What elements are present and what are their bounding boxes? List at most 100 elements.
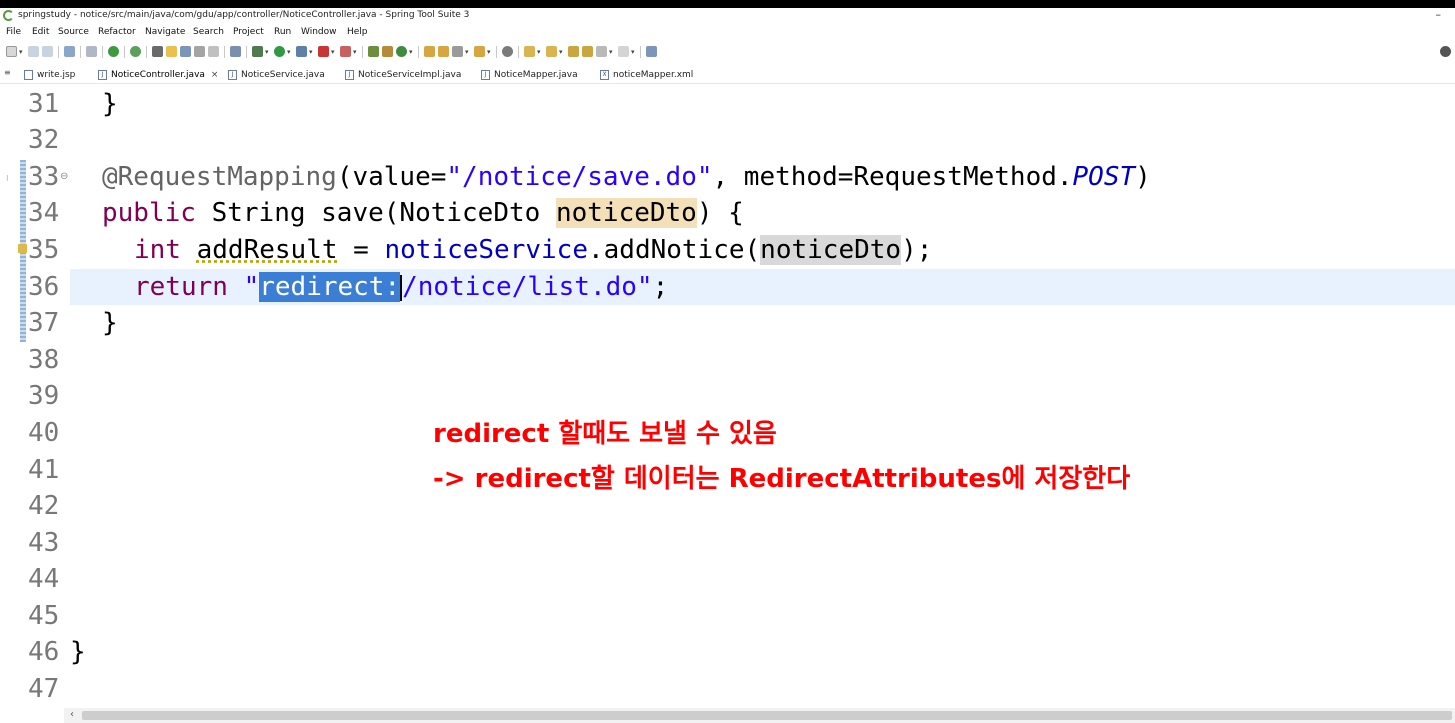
string-token: ": [243, 272, 260, 302]
toolbar-separator: [496, 46, 497, 58]
previous-annotation-icon[interactable]: [546, 46, 557, 57]
line-number: 34: [28, 198, 60, 228]
back-icon[interactable]: [596, 46, 607, 57]
stop-server-icon[interactable]: [318, 46, 329, 57]
tab-notice-mapper-xml[interactable]: X noticeMapper.xml: [600, 67, 693, 82]
stop-dropdown-icon[interactable]: ▾: [331, 48, 335, 56]
toolbar-separator: [418, 46, 419, 58]
menu-file[interactable]: File: [6, 27, 21, 37]
new-class-dropdown-icon[interactable]: ▾: [409, 48, 413, 56]
menu-search[interactable]: Search: [193, 27, 224, 37]
new-dropdown-icon[interactable]: ▾: [19, 48, 23, 56]
open-type-icon[interactable]: [424, 46, 435, 57]
open-task-icon[interactable]: [438, 46, 449, 57]
tab-label: NoticeService.java: [241, 69, 325, 80]
keyword-token: return: [134, 272, 228, 302]
external-tools-dropdown-icon[interactable]: ▾: [309, 48, 313, 56]
resource-dropdown-icon[interactable]: ▾: [487, 48, 491, 56]
previous-annotation-dropdown-icon[interactable]: ▾: [559, 48, 563, 56]
paragraph-icon[interactable]: [208, 46, 219, 57]
toolbar-separator: [224, 46, 225, 58]
new-package-icon[interactable]: [382, 46, 393, 57]
toggle-mark-icon[interactable]: [86, 46, 97, 57]
save-all-icon[interactable]: [42, 46, 53, 57]
tab-label: write.jsp: [37, 69, 76, 80]
spring-boot-icon[interactable]: [108, 46, 119, 57]
occurrence-highlight: noticeDto: [555, 198, 697, 228]
code-token: =: [337, 235, 385, 265]
menu-source[interactable]: Source: [58, 27, 89, 37]
close-icon[interactable]: ×: [211, 70, 219, 80]
java-file-icon: J: [345, 69, 354, 80]
line-number: 37: [28, 308, 60, 338]
server-icon[interactable]: [340, 46, 351, 57]
debug-icon[interactable]: [252, 46, 263, 57]
search-icon[interactable]: [452, 46, 463, 57]
menu-run[interactable]: Run: [274, 27, 291, 37]
run-icon[interactable]: [274, 46, 285, 57]
scroll-left-icon[interactable]: ‹: [70, 709, 74, 720]
horizontal-scrollbar[interactable]: ‹: [64, 708, 1455, 723]
string-token: "/notice/save.do": [446, 162, 713, 192]
new-class-icon[interactable]: [396, 46, 407, 57]
pin-editor-icon[interactable]: [646, 46, 657, 57]
debug-dropdown-icon[interactable]: ▾: [265, 48, 269, 56]
menu-help[interactable]: Help: [347, 27, 368, 37]
menu-refactor[interactable]: Refactor: [98, 27, 136, 37]
code-token: .addNotice(: [587, 235, 761, 265]
menu-navigate[interactable]: Navigate: [145, 27, 185, 37]
run-dropdown-icon[interactable]: ▾: [287, 48, 291, 56]
code-line: 33 ⊖ @RequestMapping(value="/notice/save…: [0, 159, 1455, 195]
word-wrap-icon[interactable]: [230, 46, 241, 57]
minimize-button[interactable]: –: [1436, 8, 1442, 21]
server-dropdown-icon[interactable]: ▾: [353, 48, 357, 56]
perspective-icon[interactable]: [1440, 46, 1451, 57]
constant-token: POST: [1072, 162, 1136, 192]
new-icon[interactable]: [6, 46, 17, 57]
fold-toggle-icon[interactable]: ⊖: [60, 159, 68, 195]
show-whitespace-icon[interactable]: [194, 46, 205, 57]
refresh-icon[interactable]: [130, 46, 141, 57]
view-menu-icon[interactable]: ≡: [4, 68, 11, 77]
new-java-project-icon[interactable]: [368, 46, 379, 57]
code-token: ): [1135, 162, 1151, 192]
forward-icon[interactable]: [618, 46, 629, 57]
code-text: }: [70, 637, 86, 667]
code-token: (value=: [336, 162, 447, 192]
next-annotation-icon[interactable]: [524, 46, 535, 57]
code-text: int addResult = noticeService.addNotice(…: [134, 232, 932, 268]
code-token: );: [901, 235, 933, 265]
forward-dropdown-icon[interactable]: ▾: [631, 48, 635, 56]
last-edit-location-icon[interactable]: [568, 46, 579, 57]
code-line: 45: [0, 598, 1455, 634]
web-browser-icon[interactable]: [502, 46, 513, 57]
menu-edit[interactable]: Edit: [32, 27, 49, 37]
menu-window[interactable]: Window: [301, 27, 337, 37]
next-annotation-dropdown-icon[interactable]: ▾: [537, 48, 541, 56]
back-history-icon[interactable]: [582, 46, 593, 57]
back-dropdown-icon[interactable]: ▾: [609, 48, 613, 56]
pin-icon[interactable]: [152, 46, 163, 57]
scrollbar-thumb[interactable]: [82, 711, 1452, 720]
line-number: 42: [28, 491, 60, 521]
external-tools-icon[interactable]: [296, 46, 307, 57]
code-line: 47: [0, 671, 1455, 707]
code-line: 43: [0, 525, 1455, 561]
open-console-icon[interactable]: [64, 46, 75, 57]
tab-notice-mapper-java[interactable]: J NoticeMapper.java: [481, 67, 578, 82]
code-line: 31 }: [0, 86, 1455, 122]
block-selection-icon[interactable]: [180, 46, 191, 57]
open-resource-icon[interactable]: [474, 46, 485, 57]
highlight-icon[interactable]: [166, 46, 177, 57]
java-file-icon: J: [228, 69, 237, 80]
variable-token: addResult: [196, 235, 338, 265]
toolbar-separator: [362, 46, 363, 58]
search-dropdown-icon[interactable]: ▾: [465, 48, 469, 56]
tab-notice-service-impl[interactable]: J NoticeServiceImpl.java: [345, 67, 461, 82]
save-icon[interactable]: [28, 46, 39, 57]
tab-notice-service[interactable]: J NoticeService.java: [228, 67, 325, 82]
menu-project[interactable]: Project: [233, 27, 264, 37]
tab-write-jsp[interactable]: write.jsp: [24, 67, 75, 82]
tab-notice-controller[interactable]: J NoticeController.java ×: [98, 67, 218, 82]
line-number: 43: [28, 528, 60, 558]
